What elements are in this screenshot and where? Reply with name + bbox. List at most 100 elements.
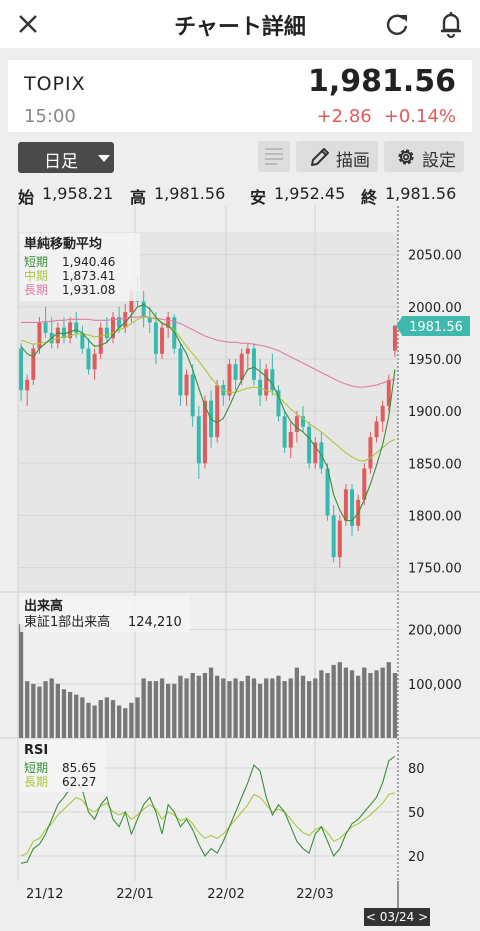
volume-bar <box>172 683 177 738</box>
volume-bar <box>356 675 361 738</box>
caret-down-icon <box>98 155 110 162</box>
indicator-list-button[interactable] <box>258 141 290 172</box>
change-percent: +0.14% <box>383 106 456 127</box>
volume-bar <box>300 675 306 738</box>
candle-body <box>184 374 189 396</box>
candle-body <box>160 327 165 354</box>
volume-bar <box>110 700 116 738</box>
candle-body <box>92 353 97 370</box>
rsi-legend-title: RSI <box>24 743 48 758</box>
candle-body <box>86 348 91 370</box>
candle-body <box>178 348 183 396</box>
volume-bar <box>43 681 48 738</box>
change-value: +2.86 <box>316 106 372 127</box>
low-value: 1,952.45 <box>274 184 346 203</box>
volume-tick-label: 100,000 <box>408 678 462 693</box>
volume-bar <box>239 681 244 738</box>
period-dropdown[interactable]: 日足 <box>18 142 114 173</box>
volume-legend-name: 東証1部出来高 <box>24 614 110 630</box>
settings-button[interactable]: 設定 <box>384 141 464 172</box>
price-tick-label: 2050.00 <box>408 249 462 264</box>
price-tick-label: 1950.00 <box>408 353 462 368</box>
price-tick-label: 1800.00 <box>408 509 462 524</box>
top-app-bar: チャート詳細 <box>0 0 480 48</box>
bell-icon[interactable] <box>436 8 466 40</box>
volume-bar <box>141 678 146 738</box>
volume-bar <box>215 675 220 738</box>
candle-body <box>288 431 293 448</box>
refresh-icon[interactable] <box>382 9 412 39</box>
volume-bar <box>86 702 91 738</box>
candle-body <box>19 348 24 391</box>
volume-bar <box>343 667 349 738</box>
volume-bar <box>313 678 318 738</box>
list-icon <box>265 148 283 165</box>
volume-bar <box>61 689 67 738</box>
volume-bar <box>331 664 336 738</box>
volume-bar <box>276 675 281 738</box>
candle-body <box>37 322 42 349</box>
volume-bar <box>227 681 232 738</box>
volume-bar <box>166 683 171 738</box>
low-key: 安 <box>250 188 267 207</box>
candle-body <box>74 322 79 333</box>
candle-body <box>123 312 128 328</box>
stock-chart[interactable]: 2050.00 2000.00 1950.00 1900.00 1850.00 1800.… <box>0 206 480 931</box>
volume-bar <box>31 683 36 738</box>
rsi-tick-label: 80 <box>408 762 425 777</box>
rsi-tick-label: 20 <box>408 850 425 865</box>
candle-body <box>368 437 373 469</box>
volume-bar <box>202 673 208 738</box>
candle-body <box>239 353 244 380</box>
volume-bar <box>184 678 189 738</box>
rsi-legend-name: 短期 <box>24 761 48 775</box>
volume-bar <box>67 691 73 738</box>
close-value: 1,981.56 <box>385 184 457 203</box>
candle-body <box>282 416 287 448</box>
volume-bar <box>288 678 293 738</box>
x-tick-label: 21/12 <box>26 887 63 902</box>
volume-bar <box>18 624 24 738</box>
volume-bar <box>374 670 379 738</box>
last-price-label: 1981.56 <box>409 320 463 335</box>
quote-panel: TOPIX 15:00 1,981.56 +2.86 +0.14% <box>8 60 472 132</box>
volume-bar <box>368 673 373 738</box>
volume-bar <box>362 667 367 738</box>
sma-legend-value: 1,940.46 <box>62 255 115 269</box>
volume-bar <box>196 675 201 738</box>
sma-legend-name: 短期 <box>24 255 48 269</box>
volume-bar <box>380 667 385 738</box>
open-value: 1,958.21 <box>42 184 114 203</box>
candle-body <box>294 416 299 432</box>
draw-label: 描画 <box>336 151 370 171</box>
sma-legend-value: 1,873.41 <box>62 269 115 283</box>
rsi-legend-name: 長期 <box>24 775 48 789</box>
candle-body <box>331 515 336 558</box>
volume-bar <box>98 700 103 738</box>
volume-bar <box>129 702 134 738</box>
candle-body <box>343 489 348 521</box>
price-tick-label: 1850.00 <box>408 457 462 472</box>
price-change: +2.86 +0.14% <box>317 106 456 127</box>
sma-legend-title: 単純移動平均 <box>24 236 102 252</box>
draw-button[interactable]: 描画 <box>296 141 378 172</box>
volume-bar <box>294 667 300 738</box>
candle-body <box>392 325 397 351</box>
candle-body <box>245 348 250 354</box>
candle-body <box>43 322 48 333</box>
volume-bar <box>233 678 238 738</box>
volume-bar <box>257 683 263 738</box>
gear-icon <box>398 149 414 165</box>
candle-body <box>196 416 201 464</box>
candle-body <box>380 405 385 422</box>
sma-legend-name: 中期 <box>24 268 48 283</box>
candle-body <box>227 364 232 396</box>
period-label: 日足 <box>44 152 78 172</box>
price-tick-label: 1900.00 <box>408 405 462 420</box>
volume-bar <box>55 683 60 738</box>
chart-area[interactable]: 2050.00 2000.00 1950.00 1900.00 1850.00 1800.… <box>0 206 480 931</box>
volume-bar <box>306 681 312 738</box>
candle-body <box>153 322 158 354</box>
sma-legend-name: 長期 <box>24 283 48 297</box>
volume-bar <box>116 705 122 738</box>
